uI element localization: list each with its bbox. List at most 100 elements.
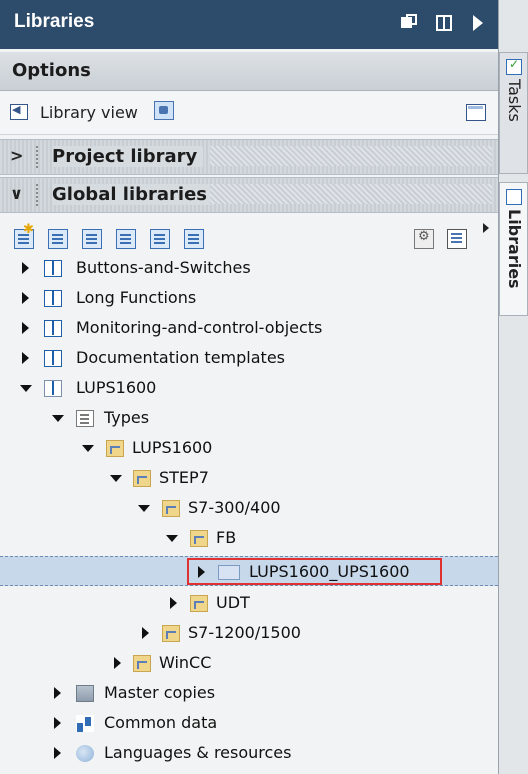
folder-icon — [133, 655, 151, 672]
tree-item-label: LUPS1600 — [76, 378, 157, 397]
chevron-right-icon[interactable]: > — [10, 146, 23, 165]
new-library-icon[interactable] — [14, 222, 34, 249]
project-library-section[interactable]: > Project library — [0, 139, 498, 175]
libraries-book-icon — [506, 189, 522, 205]
tree-item-lups1600-folder[interactable]: LUPS1600 — [0, 433, 498, 463]
expand-arrow-icon[interactable] — [54, 747, 61, 759]
tree-item-lups1600-library[interactable]: LUPS1600 — [0, 373, 498, 403]
tab-libraries[interactable]: Libraries — [499, 182, 528, 316]
tree-item-label: WinCC — [159, 653, 212, 672]
folder-icon — [162, 625, 180, 642]
library-settings-icon[interactable] — [414, 229, 434, 249]
library-book-icon — [44, 290, 62, 307]
tree-item-long-functions[interactable]: Long Functions — [0, 283, 498, 313]
tree-item-label: Documentation templates — [76, 348, 285, 367]
tree-item-label: S7-300/400 — [188, 498, 281, 517]
library-view-open-icon[interactable] — [154, 101, 174, 120]
toolbar-more-icon[interactable] — [483, 223, 489, 233]
tree-item-step7[interactable]: STEP7 — [0, 463, 498, 493]
expand-arrow-icon[interactable] — [114, 657, 121, 669]
expand-arrow-icon[interactable] — [22, 352, 29, 364]
tree-item-label: Buttons-and-Switches — [76, 258, 251, 277]
project-library-label: Project library — [52, 146, 204, 167]
tab-tasks[interactable]: Tasks — [499, 52, 528, 174]
tree-item-types[interactable]: Types — [0, 403, 498, 433]
export-library-icon[interactable] — [150, 229, 170, 249]
tasks-icon — [506, 57, 522, 75]
global-libraries-label: Global libraries — [52, 184, 213, 205]
list-view-icon[interactable] — [447, 229, 467, 249]
tree-item-master-copies[interactable]: Master copies — [0, 678, 498, 708]
options-label: Options — [12, 60, 91, 81]
global-libraries-section[interactable]: ∨ Global libraries — [0, 177, 498, 213]
collapse-arrow-icon[interactable] — [166, 535, 178, 542]
tree-item-languages-resources[interactable]: Languages & resources — [0, 738, 498, 768]
types-icon — [76, 410, 94, 427]
tree-item-s7-300-400[interactable]: S7-300/400 — [0, 493, 498, 523]
folder-icon — [162, 500, 180, 517]
tree-item-label: Monitoring-and-control-objects — [76, 318, 323, 337]
tree-item-wincc[interactable]: WinCC — [0, 648, 498, 678]
split-view-icon[interactable] — [434, 13, 454, 33]
library-book-icon — [44, 380, 62, 397]
tree-item-buttons-and-switches[interactable]: Buttons-and-Switches — [0, 253, 498, 283]
tree-item-fb[interactable]: FB — [0, 523, 498, 553]
tree-item-udt[interactable]: UDT — [0, 588, 498, 618]
library-view-label[interactable]: Library view — [40, 103, 138, 122]
collapse-arrow-icon[interactable] — [20, 385, 32, 392]
collapse-arrow-icon[interactable] — [468, 13, 488, 33]
tree-item-s7-1200-1500[interactable]: S7-1200/1500 — [0, 618, 498, 648]
collapse-arrow-icon[interactable] — [52, 415, 64, 422]
layout-window-icon[interactable] — [466, 104, 486, 121]
tree-item-label: Long Functions — [76, 288, 197, 307]
tree-item-label: LUPS1600 — [132, 438, 213, 457]
tree-item-label: Types — [104, 408, 150, 427]
tab-tasks-label: Tasks — [505, 79, 524, 122]
panel-title-bar: Libraries — [0, 0, 498, 49]
tree-item-label: Common data — [104, 713, 218, 732]
globe-icon — [76, 745, 94, 762]
common-data-icon — [76, 715, 94, 732]
library-view-bar: Library view — [0, 92, 498, 135]
tree-item-common-data[interactable]: Common data — [0, 708, 498, 738]
right-tab-strip: Tasks Libraries — [499, 0, 528, 774]
tree-item-documentation-templates[interactable]: Documentation templates — [0, 343, 498, 373]
expand-arrow-icon[interactable] — [54, 687, 61, 699]
collapse-arrow-icon[interactable] — [110, 475, 122, 482]
expand-arrow-icon[interactable] — [142, 627, 149, 639]
update-library-icon[interactable] — [184, 229, 204, 249]
tree-item-label: S7-1200/1500 — [188, 623, 301, 642]
panel-title: Libraries — [14, 11, 95, 32]
folder-icon — [106, 440, 124, 457]
tree-item-label: Languages & resources — [104, 743, 292, 762]
save-library-icon[interactable] — [82, 229, 102, 249]
folder-icon — [190, 595, 208, 612]
expand-arrow-icon[interactable] — [22, 262, 29, 274]
master-copies-icon — [76, 685, 94, 702]
tree-item-monitoring-and-control-objects[interactable]: Monitoring-and-control-objects — [0, 313, 498, 343]
expand-arrow-icon[interactable] — [54, 717, 61, 729]
folder-icon — [190, 530, 208, 547]
close-library-icon[interactable] — [116, 229, 136, 249]
tree-item-label: FB — [216, 528, 237, 547]
libraries-panel: Libraries Options Library view > Project… — [0, 0, 499, 774]
library-book-icon — [44, 320, 62, 337]
tree-item-label: UDT — [216, 593, 250, 612]
float-window-icon[interactable] — [400, 13, 420, 33]
open-library-icon[interactable] — [48, 229, 68, 249]
tree-item-label: STEP7 — [159, 468, 209, 487]
tree-item-label: Master copies — [104, 683, 216, 702]
expand-arrow-icon[interactable] — [170, 597, 177, 609]
collapse-arrow-icon[interactable] — [82, 445, 94, 452]
expand-arrow-icon[interactable] — [22, 292, 29, 304]
tab-libraries-label: Libraries — [505, 209, 524, 289]
options-header[interactable]: Options — [0, 52, 498, 91]
expand-arrow-icon[interactable] — [22, 322, 29, 334]
chevron-down-icon[interactable]: ∨ — [10, 184, 23, 203]
library-book-icon — [44, 350, 62, 367]
library-book-icon — [44, 260, 62, 277]
highlight-box — [187, 558, 442, 585]
folder-icon — [133, 470, 151, 487]
collapse-arrow-icon[interactable] — [138, 505, 150, 512]
library-view-toggle-icon[interactable] — [10, 103, 28, 120]
